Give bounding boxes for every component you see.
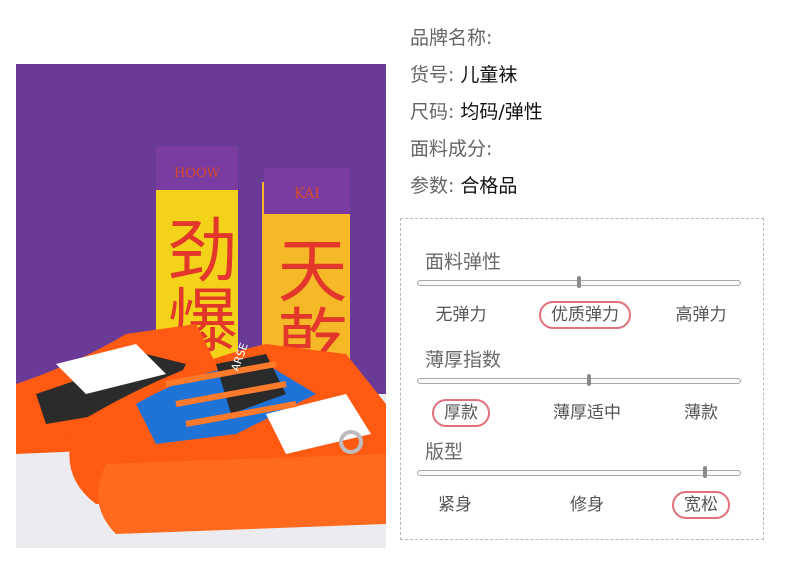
attribute-option: 紧身 (438, 495, 472, 515)
info-row-item-number: 货号: 儿童袜 (410, 59, 543, 96)
info-row-params: 参数: 合格品 (410, 170, 543, 207)
attribute-scale-track (417, 470, 741, 476)
info-row-material: 面料成分: (410, 133, 543, 170)
info-row-brand: 品牌名称: (410, 22, 543, 59)
attribute-option-selected: 宽松 (672, 491, 730, 519)
attribute-option: 薄款 (684, 403, 718, 423)
info-label: 品牌名称: (410, 27, 493, 49)
attribute-elasticity: 面料弹性 无弹力 优质弹力 高弹力 (401, 247, 763, 347)
attribute-level-marker (703, 466, 708, 478)
attribute-option: 高弹力 (675, 305, 727, 325)
info-value: 儿童袜 (460, 64, 518, 86)
info-value: 合格品 (460, 175, 518, 197)
attribute-thickness: 薄厚指数 厚款 薄厚适中 薄款 (401, 345, 763, 445)
attribute-title: 面料弹性 (425, 251, 502, 273)
attribute-level-marker (577, 276, 581, 288)
info-label: 尺码: (410, 101, 455, 123)
attribute-option-selected: 厚款 (432, 399, 490, 427)
attribute-option: 薄厚适中 (553, 403, 621, 423)
attribute-option-selected: 优质弹力 (539, 301, 631, 329)
info-label: 货号: (410, 64, 455, 86)
attribute-option: 无弹力 (435, 305, 487, 325)
attribute-title: 版型 (425, 441, 464, 463)
attribute-title: 薄厚指数 (425, 349, 502, 371)
attribute-option: 修身 (570, 495, 604, 515)
attribute-level-marker (586, 374, 591, 386)
attribute-panel: 面料弹性 无弹力 优质弹力 高弹力 薄厚指数 厚款 薄厚适中 薄款 版型 紧身 … (400, 218, 764, 540)
right-sock-label: KAI (294, 186, 320, 202)
info-label: 参数: (410, 175, 455, 197)
attribute-fit: 版型 紧身 修身 宽松 (401, 437, 763, 537)
attribute-scale-track (417, 378, 741, 384)
product-photo: HOOW 劲爆 KAI 天乾 ARSE (16, 64, 386, 548)
info-label: 面料成分: (410, 138, 493, 160)
product-info-list: 品牌名称: 货号: 儿童袜 尺码: 均码/弹性 面料成分: 参数: 合格品 (410, 22, 543, 207)
info-row-size: 尺码: 均码/弹性 (410, 96, 543, 133)
left-sock-label: HOOW (174, 166, 221, 181)
info-value: 均码/弹性 (460, 101, 543, 123)
